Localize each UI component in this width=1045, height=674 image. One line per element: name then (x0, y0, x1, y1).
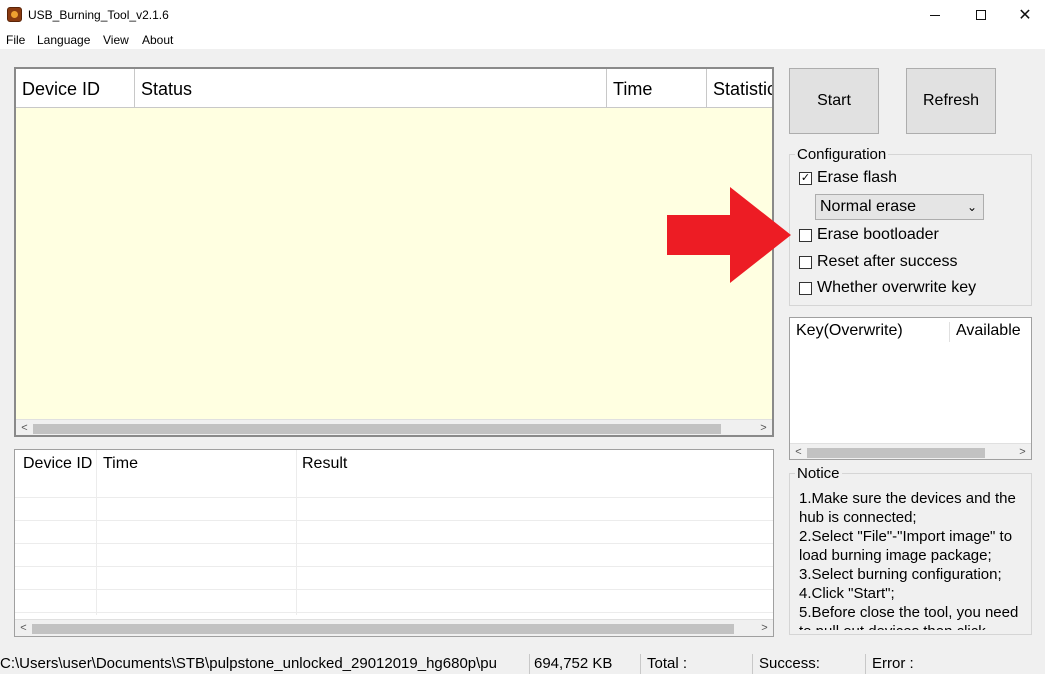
scrollbar-thumb[interactable] (807, 448, 985, 458)
grid-line (96, 450, 97, 615)
status-success: Success: (752, 654, 865, 674)
checkbox-icon[interactable] (799, 228, 812, 242)
overwrite-key-label: Whether overwrite key (817, 279, 977, 296)
erase-flash-checkbox[interactable]: ✓ Erase flash (799, 169, 897, 187)
notice-line: 4.Click "Start"; (799, 585, 895, 602)
scrollbar-thumb[interactable] (33, 424, 721, 434)
notice-line: 3.Select burning configuration; (799, 566, 1002, 583)
close-button[interactable]: ✕ (1002, 0, 1045, 30)
column-header-status[interactable]: Status (135, 69, 607, 107)
column-header-key[interactable]: Key(Overwrite) (796, 322, 903, 340)
column-header-device-id[interactable]: Device ID (23, 455, 92, 473)
erase-bootloader-label: Erase bootloader (817, 226, 939, 243)
overwrite-key-checkbox[interactable]: Whether overwrite key (799, 279, 976, 297)
erase-bootloader-checkbox[interactable]: Erase bootloader (799, 226, 939, 244)
grid-line (15, 612, 773, 613)
notice-line: hub is connected; (799, 509, 917, 526)
result-table[interactable]: Device ID Time Result < > (14, 449, 774, 637)
reset-after-success-checkbox[interactable]: Reset after success (799, 253, 958, 271)
notice-line: 5.Before close the tool, you need (799, 604, 1019, 621)
grid-line (15, 543, 773, 544)
checkbox-icon[interactable] (799, 255, 812, 269)
scroll-left-icon[interactable]: < (15, 620, 32, 636)
header-divider (949, 322, 950, 342)
notice-line: load burning image package; (799, 547, 992, 564)
column-header-statistic[interactable]: Statistic (707, 69, 772, 107)
notice-text: 1.Make sure the devices and the hub is c… (799, 489, 1031, 630)
title-bar: USB_Burning_Tool_v2.1.6 ✕ (0, 0, 1045, 30)
scroll-left-icon[interactable]: < (790, 444, 807, 459)
erase-mode-select[interactable]: Normal erase ⌄ (815, 194, 984, 220)
notice-line: 2.Select "File"-"Import image" to (799, 528, 1013, 545)
scroll-right-icon[interactable]: > (1014, 444, 1031, 459)
status-image-size: 694,752 KB (529, 654, 640, 674)
app-icon (7, 7, 22, 22)
grid-line (15, 497, 773, 498)
menu-about[interactable]: About (142, 33, 173, 47)
column-header-time[interactable]: Time (103, 455, 138, 473)
column-header-time[interactable]: Time (607, 69, 707, 107)
checkbox-checked-icon[interactable]: ✓ (799, 171, 812, 185)
configuration-title: Configuration (795, 146, 889, 163)
status-total: Total : (640, 654, 752, 674)
device-table[interactable]: Device ID Status Time Statistic < > (14, 67, 774, 437)
start-button[interactable]: Start (789, 68, 879, 134)
reset-after-success-label: Reset after success (817, 253, 958, 270)
chevron-down-icon: ⌄ (966, 200, 977, 214)
notice-title: Notice (795, 465, 842, 482)
window-title: USB_Burning_Tool_v2.1.6 (28, 8, 169, 22)
column-header-result[interactable]: Result (302, 455, 347, 473)
erase-flash-label: Erase flash (817, 169, 898, 186)
refresh-button[interactable]: Refresh (906, 68, 996, 134)
maximize-icon (976, 10, 986, 20)
menu-view[interactable]: View (103, 33, 129, 47)
column-header-available[interactable]: Available (956, 322, 1021, 340)
key-table-scrollbar[interactable]: < > (790, 443, 1031, 459)
checkbox-icon[interactable] (799, 281, 812, 295)
status-image-path: C:\Users\user\Documents\STB\pulpstone_un… (0, 655, 497, 672)
key-table[interactable]: Key(Overwrite) Available < > (789, 317, 1032, 460)
scroll-right-icon[interactable]: > (756, 620, 773, 636)
scrollbar-thumb[interactable] (32, 624, 734, 634)
menu-bar: File Language View About (0, 30, 1045, 49)
device-table-scrollbar[interactable]: < > (16, 419, 772, 435)
grid-line (296, 450, 297, 615)
grid-line (15, 566, 773, 567)
grid-line (15, 520, 773, 521)
scroll-right-icon[interactable]: > (755, 420, 772, 435)
notice-line: to pull out devices then click (799, 622, 1031, 630)
status-bar: C:\Users\user\Documents\STB\pulpstone_un… (0, 652, 1045, 674)
minimize-icon (930, 14, 940, 16)
menu-file[interactable]: File (6, 33, 25, 47)
scroll-left-icon[interactable]: < (16, 420, 33, 435)
close-icon: ✕ (1018, 7, 1032, 24)
grid-line (15, 589, 773, 590)
notice-line: 1.Make sure the devices and the (799, 490, 1016, 507)
erase-mode-value: Normal erase (820, 198, 917, 215)
minimize-button[interactable] (912, 0, 958, 30)
column-header-device-id[interactable]: Device ID (16, 69, 135, 107)
status-error: Error : (865, 654, 1045, 674)
result-table-scrollbar[interactable]: < > (15, 619, 773, 636)
maximize-button[interactable] (958, 0, 1004, 30)
red-arrow-icon (667, 187, 791, 283)
menu-language[interactable]: Language (37, 33, 90, 47)
notice-group: 1.Make sure the devices and the hub is c… (789, 473, 1032, 635)
